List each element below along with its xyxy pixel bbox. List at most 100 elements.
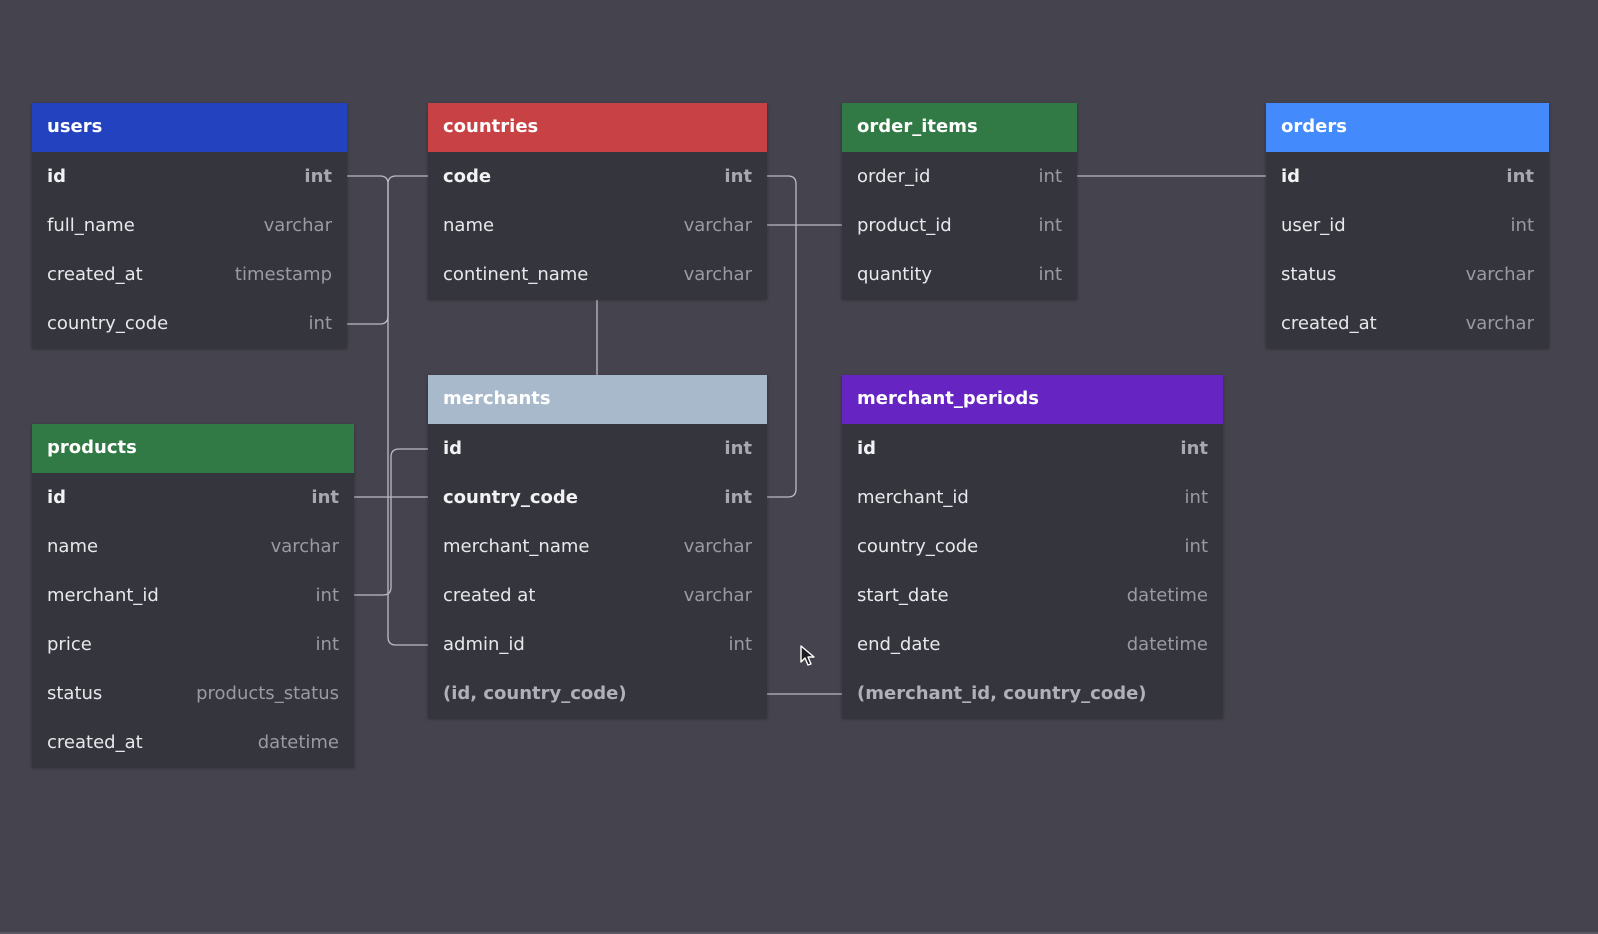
field-row[interactable]: start_date datetime bbox=[842, 571, 1223, 620]
table-merchant-periods[interactable]: merchant_periods id int merchant_id int co… bbox=[842, 375, 1223, 718]
field-row[interactable]: name varchar bbox=[428, 201, 767, 250]
field-row[interactable]: end_date datetime bbox=[842, 620, 1223, 669]
table-users[interactable]: users id int full_name varchar created_at t… bbox=[32, 103, 347, 348]
field-row[interactable]: continent_name varchar bbox=[428, 250, 767, 299]
index-label: (id, country_code) bbox=[443, 683, 627, 704]
index-row[interactable]: (merchant_id, country_code) bbox=[842, 669, 1223, 718]
field-row[interactable]: country_code int bbox=[842, 522, 1223, 571]
field-name: code bbox=[443, 166, 492, 187]
field-row[interactable]: id int bbox=[1266, 152, 1549, 201]
field-type: int bbox=[728, 634, 752, 655]
field-row[interactable]: product_id int bbox=[842, 201, 1077, 250]
field-name: id bbox=[857, 438, 877, 459]
field-row[interactable]: code int bbox=[428, 152, 767, 201]
field-type: int bbox=[724, 487, 752, 508]
field-type: int bbox=[308, 313, 332, 334]
field-name: merchant_name bbox=[443, 536, 590, 557]
field-row[interactable]: quantity int bbox=[842, 250, 1077, 299]
field-row[interactable]: created_at timestamp bbox=[32, 250, 347, 299]
field-name: status bbox=[1281, 264, 1337, 285]
table-header[interactable]: products bbox=[32, 424, 354, 473]
field-row[interactable]: merchant_name varchar bbox=[428, 522, 767, 571]
field-type: int bbox=[724, 438, 752, 459]
field-row[interactable]: country_code int bbox=[428, 473, 767, 522]
field-row[interactable]: admin_id int bbox=[428, 620, 767, 669]
field-type: varchar bbox=[683, 215, 752, 236]
field-type: int bbox=[311, 487, 339, 508]
table-title: countries bbox=[443, 116, 539, 137]
table-title: merchants bbox=[443, 388, 551, 409]
table-header[interactable]: merchant_periods bbox=[842, 375, 1223, 424]
table-header[interactable]: order_items bbox=[842, 103, 1077, 152]
field-name: merchant_id bbox=[47, 585, 159, 606]
field-row[interactable]: merchant_id int bbox=[32, 571, 354, 620]
field-type: int bbox=[1038, 166, 1062, 187]
field-name: continent_name bbox=[443, 264, 589, 285]
connector-users-country-code-countries-code bbox=[347, 175, 428, 325]
field-row[interactable]: name varchar bbox=[32, 522, 354, 571]
field-row[interactable]: id int bbox=[32, 473, 354, 522]
field-row[interactable]: id int bbox=[842, 424, 1223, 473]
field-name: id bbox=[47, 166, 67, 187]
connector-products-merchant-id-merchants-id bbox=[354, 448, 428, 596]
field-type: datetime bbox=[1126, 585, 1208, 606]
field-row[interactable]: created_at datetime bbox=[32, 718, 354, 767]
field-type: int bbox=[1184, 487, 1208, 508]
table-merchants[interactable]: merchants id int country_code int merchant… bbox=[428, 375, 767, 718]
field-name: full_name bbox=[47, 215, 135, 236]
field-row[interactable]: merchant_id int bbox=[842, 473, 1223, 522]
diagram-canvas[interactable]: users id int full_name varchar created_at t… bbox=[0, 0, 1598, 934]
field-type: varchar bbox=[270, 536, 339, 557]
field-row[interactable]: status varchar bbox=[1266, 250, 1549, 299]
field-row[interactable]: full_name varchar bbox=[32, 201, 347, 250]
field-name: user_id bbox=[1281, 215, 1346, 236]
field-type: int bbox=[1038, 264, 1062, 285]
field-row[interactable]: user_id int bbox=[1266, 201, 1549, 250]
field-name: id bbox=[47, 487, 67, 508]
field-row[interactable]: created_at varchar bbox=[1266, 299, 1549, 348]
field-type: int bbox=[1184, 536, 1208, 557]
field-type: int bbox=[1510, 215, 1534, 236]
field-row[interactable]: id int bbox=[428, 424, 767, 473]
table-header[interactable]: merchants bbox=[428, 375, 767, 424]
table-products[interactable]: products id int name varchar merchant_id in… bbox=[32, 424, 354, 767]
field-name: merchant_id bbox=[857, 487, 969, 508]
field-name: status bbox=[47, 683, 103, 704]
field-type: varchar bbox=[683, 264, 752, 285]
field-type: varchar bbox=[1465, 313, 1534, 334]
field-name: quantity bbox=[857, 264, 933, 285]
field-name: order_id bbox=[857, 166, 931, 187]
index-row[interactable]: (id, country_code) bbox=[428, 669, 767, 718]
field-type: varchar bbox=[683, 536, 752, 557]
table-header[interactable]: users bbox=[32, 103, 347, 152]
field-name: end_date bbox=[857, 634, 941, 655]
field-type: products_status bbox=[196, 683, 339, 704]
table-header[interactable]: countries bbox=[428, 103, 767, 152]
index-label: (merchant_id, country_code) bbox=[857, 683, 1147, 704]
field-name: name bbox=[443, 215, 495, 236]
connector-users-id-merchants-admin-id bbox=[347, 175, 428, 646]
table-orders[interactable]: orders id int user_id int status varchar cr… bbox=[1266, 103, 1549, 348]
field-row[interactable]: order_id int bbox=[842, 152, 1077, 201]
table-countries[interactable]: countries code int name varchar continent_… bbox=[428, 103, 767, 299]
table-title: users bbox=[47, 116, 103, 137]
field-row[interactable]: status products_status bbox=[32, 669, 354, 718]
field-row[interactable]: id int bbox=[32, 152, 347, 201]
field-name: id bbox=[443, 438, 463, 459]
field-row[interactable]: created at varchar bbox=[428, 571, 767, 620]
field-row[interactable]: price int bbox=[32, 620, 354, 669]
field-type: int bbox=[315, 585, 339, 606]
table-order-items[interactable]: order_items order_id int product_id int qu… bbox=[842, 103, 1077, 299]
field-type: int bbox=[1180, 438, 1208, 459]
table-header[interactable]: orders bbox=[1266, 103, 1549, 152]
field-name: product_id bbox=[857, 215, 952, 236]
field-name: created_at bbox=[47, 732, 143, 753]
field-type: timestamp bbox=[234, 264, 332, 285]
field-row[interactable]: country_code int bbox=[32, 299, 347, 348]
field-name: admin_id bbox=[443, 634, 525, 655]
field-type: int bbox=[1038, 215, 1062, 236]
mouse-pointer-icon bbox=[800, 645, 815, 666]
field-type: int bbox=[315, 634, 339, 655]
field-type: int bbox=[724, 166, 752, 187]
field-name: name bbox=[47, 536, 99, 557]
